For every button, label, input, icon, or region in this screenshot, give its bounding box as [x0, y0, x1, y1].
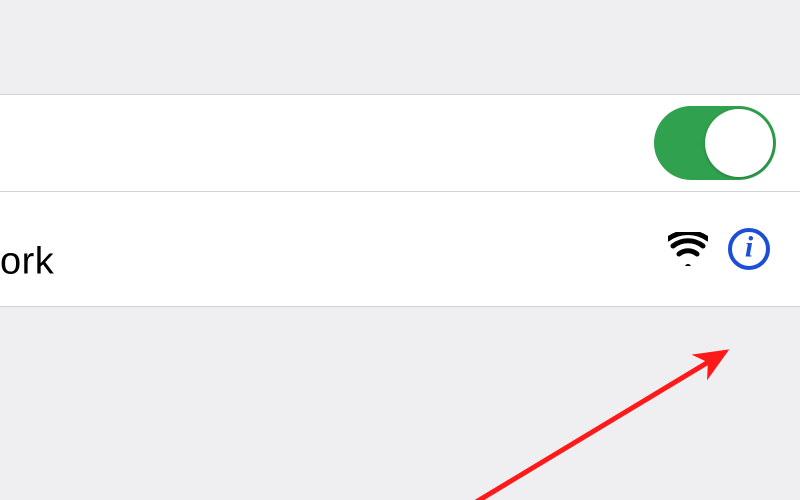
wifi-master-row [0, 94, 800, 192]
info-icon: i [745, 233, 753, 263]
annotation-arrow-line [340, 352, 725, 500]
toggle-knob [705, 109, 773, 177]
network-row-right: i [668, 228, 770, 270]
wifi-toggle[interactable] [654, 106, 776, 180]
network-name-fragment: ork [0, 240, 54, 283]
network-row[interactable]: ork i [0, 192, 800, 307]
network-info-button[interactable]: i [728, 228, 770, 270]
wifi-signal-icon [668, 232, 708, 266]
